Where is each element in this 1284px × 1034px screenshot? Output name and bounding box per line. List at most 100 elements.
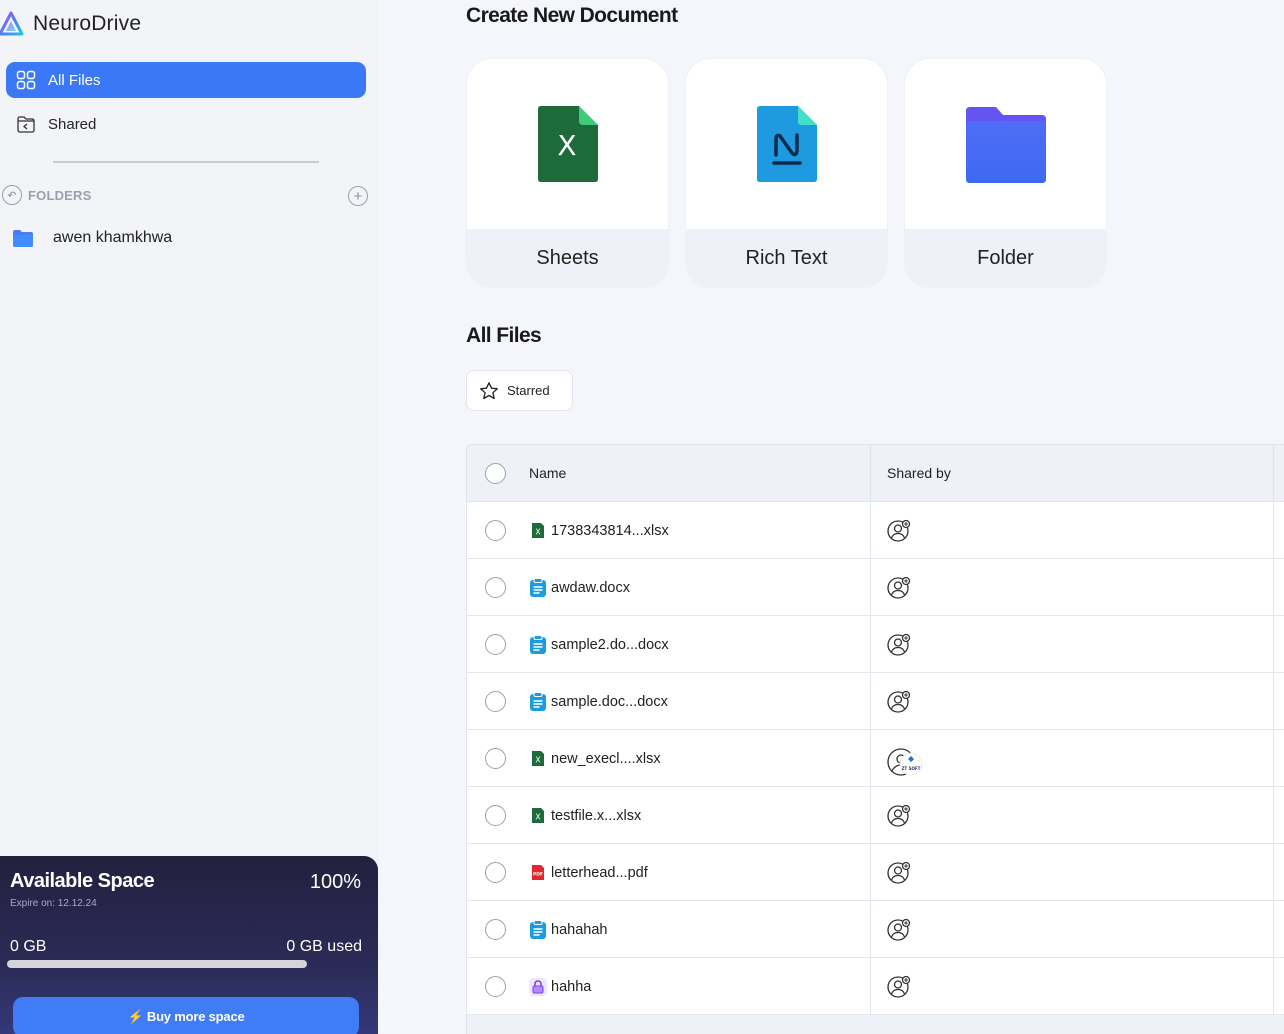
storage-progress-fill [7,960,307,968]
file-name-cell[interactable]: sample.doc...docx [529,673,668,730]
docx-file-icon [529,634,547,654]
column-header-name[interactable]: Name [529,465,566,481]
file-name: 1738343814...xlsx [551,522,669,539]
row-select-checkbox[interactable] [485,520,506,541]
shared-by-avatar-icon[interactable] [887,633,911,657]
divider [53,161,319,163]
table-footer [467,1015,1284,1034]
row-select-checkbox[interactable] [485,634,506,655]
shared-by-avatar-icon[interactable]: ZT SOFT [887,747,923,776]
sidebar-item-label: Shared [48,115,97,133]
file-name: hahha [551,978,592,995]
svg-text:X: X [557,129,576,162]
file-name-cell[interactable]: hahha [529,958,591,1015]
select-all-checkbox[interactable] [485,463,506,484]
brand[interactable]: NeuroDrive [0,10,141,38]
table-header: Name Shared by [467,445,1284,502]
svg-text:X: X [535,813,541,822]
folder-icon [13,230,33,247]
shared-by-avatar-icon[interactable] [887,804,911,828]
create-section-title: Create New Document [466,4,678,27]
file-name-cell[interactable]: awdaw.docx [529,559,630,616]
file-name-cell[interactable]: X 1738343814...xlsx [529,502,669,559]
row-select-checkbox[interactable] [485,976,506,997]
table-row[interactable]: X 1738343814...xlsx [467,502,1284,559]
shared-by-avatar-icon[interactable] [887,918,911,942]
file-name-cell[interactable]: hahahah [529,901,607,958]
storage-progress-bar [7,960,307,968]
sidebar: NeuroDrive All Files Shared ↶ FOLDERS + [0,0,378,1034]
rich-text-icon [756,106,817,182]
folders-label: FOLDERS [28,187,92,203]
file-name: sample2.do...docx [551,636,669,653]
table-row[interactable]: Xnew_execl....xlsx ZT SOFT [467,730,1284,787]
file-name: awdaw.docx [551,579,630,596]
folders-header: ↶ FOLDERS + [2,184,372,206]
starred-label: Starred [507,383,550,398]
svg-text:X: X [535,528,541,537]
create-folder-card[interactable]: Folder [904,58,1107,288]
shared-by-avatar-icon[interactable] [887,975,911,999]
sheets-icon: X [537,106,598,182]
column-header-shared-by[interactable]: Shared by [887,465,951,481]
pdf-file-icon: PDF [529,864,547,882]
create-sheets-card[interactable]: X Sheets [466,58,669,288]
row-select-checkbox[interactable] [485,805,506,826]
storage-available: 0 GB [10,938,47,955]
table-row[interactable]: awdaw.docx [467,559,1284,616]
add-folder-icon[interactable]: + [348,186,368,206]
folder-icon [965,107,1046,183]
svg-text:ZT SOFT: ZT SOFT [902,766,921,771]
file-name-cell[interactable]: PDF letterhead...pdf [529,844,648,901]
table-row[interactable]: hahha [467,958,1284,1015]
shared-by-avatar-icon[interactable] [887,690,911,714]
files-table: Name Shared by X 1738343814...xlsx awdaw.d… [466,444,1284,1034]
row-select-checkbox[interactable] [485,748,506,769]
sidebar-item-shared[interactable]: Shared [6,106,366,142]
card-label: Folder [905,229,1106,287]
table-row[interactable]: hahahah [467,901,1284,958]
docx-file-icon [529,691,547,711]
sidebar-item-label: All Files [48,71,101,89]
back-icon[interactable]: ↶ [2,185,22,205]
table-row[interactable]: sample2.do...docx [467,616,1284,673]
sidebar-folder-item[interactable]: awen khamkhwa [12,226,172,250]
storage-expire: Expire on: 12.12.24 [10,898,97,909]
starred-filter-button[interactable]: Starred [466,370,573,411]
shared-by-avatar-icon[interactable] [887,519,911,543]
grid-icon [15,69,37,91]
storage-title: Available Space [10,870,155,892]
svg-text:X: X [535,756,541,765]
app-name: NeuroDrive [33,12,142,35]
file-name-cell[interactable]: sample2.do...docx [529,616,669,673]
docx-file-icon [529,919,547,939]
file-name: testfile.x...xlsx [551,807,642,824]
docx-file-icon [529,577,547,597]
shared-folder-icon [15,113,37,135]
row-select-checkbox[interactable] [485,691,506,712]
file-name: hahahah [551,921,608,938]
row-select-checkbox[interactable] [485,919,506,940]
sidebar-item-all-files[interactable]: All Files [6,62,366,98]
table-row[interactable]: sample.doc...docx [467,673,1284,730]
create-rich-text-card[interactable]: Rich Text [685,58,888,288]
xlsx-file-icon: X [529,750,547,768]
buy-more-space-button[interactable]: ⚡ Buy more space [13,997,359,1034]
neurodrive-logo-icon [0,11,24,36]
file-name: sample.doc...docx [551,693,668,710]
xlsx-file-icon: X [529,807,547,825]
table-row[interactable]: PDF letterhead...pdf [467,844,1284,901]
shared-by-avatar-icon[interactable] [887,861,911,885]
card-label: Sheets [467,229,668,287]
storage-used: 0 GB used [286,938,362,955]
file-name: new_execl....xlsx [551,750,661,767]
storage-card: Available Space 100% Expire on: 12.12.24… [0,856,378,1034]
row-select-checkbox[interactable] [485,862,506,883]
table-row[interactable]: Xtestfile.x...xlsx [467,787,1284,844]
file-name-cell[interactable]: Xtestfile.x...xlsx [529,787,641,844]
file-name-cell[interactable]: Xnew_execl....xlsx [529,730,661,787]
lock-icon [529,977,547,996]
shared-by-avatar-icon[interactable] [887,576,911,600]
star-icon [479,381,499,401]
row-select-checkbox[interactable] [485,577,506,598]
